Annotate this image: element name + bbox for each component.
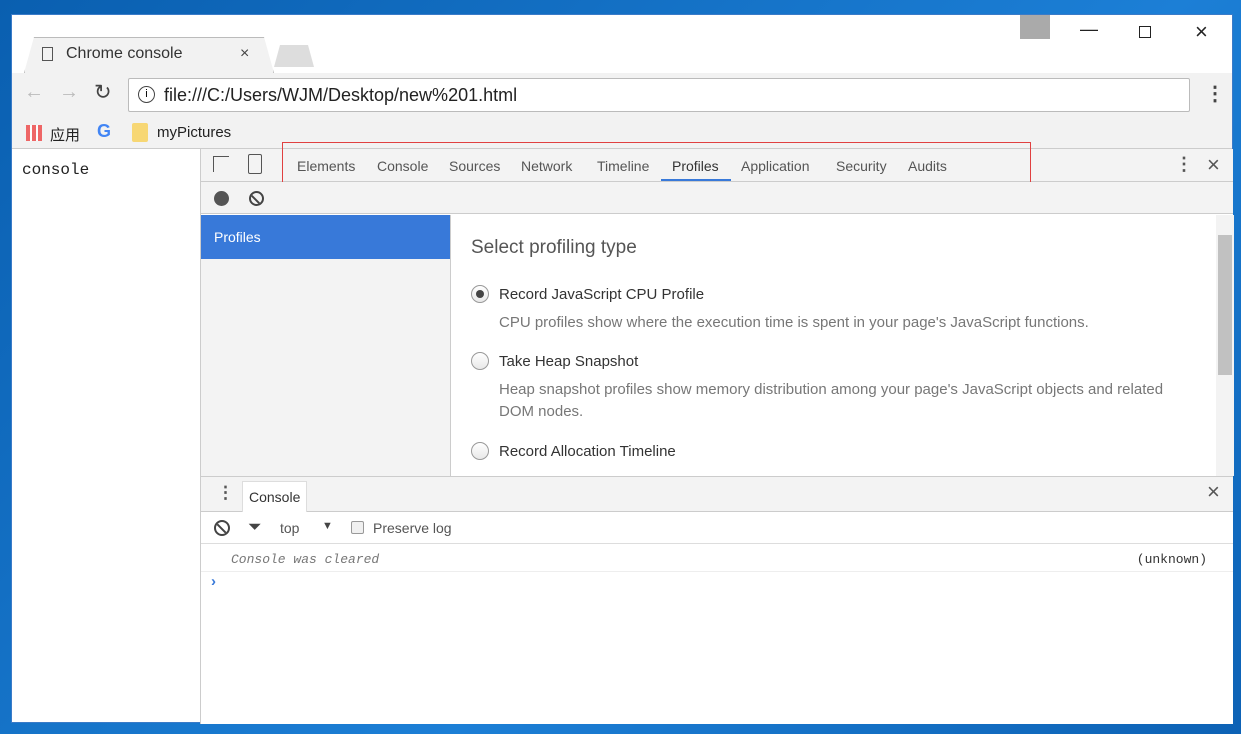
back-button[interactable]: ←	[24, 81, 44, 104]
sidebar-item-profiles[interactable]: Profiles	[201, 215, 450, 259]
option-cpu-desc: CPU profiles show where the execution ti…	[499, 314, 1089, 331]
preserve-log-label[interactable]: Preserve log	[373, 520, 452, 536]
radio-allocation-timeline[interactable]	[471, 442, 489, 460]
inspect-element-icon[interactable]	[213, 156, 229, 172]
bookmark-apps[interactable]: 应用	[50, 124, 80, 145]
browser-window: Chrome console × — × ← → ↻ ☆ ⋮ i file://…	[11, 14, 1234, 724]
tab-title: Chrome console	[66, 45, 183, 62]
reload-button[interactable]: ↻	[94, 80, 112, 105]
new-tab-button[interactable]	[274, 45, 314, 67]
profiling-type-heading: Select profiling type	[471, 237, 637, 258]
filter-icon[interactable]: ⏷	[248, 517, 262, 537]
tab-close-icon[interactable]: ×	[240, 45, 249, 63]
context-dropdown-icon[interactable]: ▼	[322, 520, 333, 532]
apps-icon	[26, 125, 42, 141]
url-text[interactable]: file:///C:/Users/WJM/Desktop/new%201.htm…	[164, 85, 517, 106]
clear-icon[interactable]	[249, 191, 264, 206]
scrollbar-thumb[interactable]	[1218, 235, 1232, 375]
google-icon[interactable]: G	[97, 121, 111, 142]
address-bar[interactable]: i file:///C:/Users/WJM/Desktop/new%201.h…	[128, 78, 1190, 112]
console-message-source[interactable]: (unknown)	[1137, 552, 1207, 567]
title-bar: Chrome console × — ×	[12, 15, 1232, 73]
option-cpu-label[interactable]: Record JavaScript CPU Profile	[499, 286, 704, 303]
page-icon	[42, 47, 53, 61]
context-selector[interactable]: top	[280, 520, 299, 536]
close-window-button[interactable]: ×	[1195, 19, 1208, 45]
console-prompt-icon[interactable]: ›	[211, 573, 216, 590]
drawer-close-icon[interactable]: ×	[1207, 479, 1220, 505]
drawer-menu-icon[interactable]: ⋮	[217, 483, 234, 503]
option-heap-label[interactable]: Take Heap Snapshot	[499, 353, 638, 370]
maximize-button[interactable]	[1139, 26, 1151, 38]
console-message: Console was cleared (unknown)	[201, 544, 1233, 572]
drawer-tab-console[interactable]: Console	[242, 481, 308, 512]
console-toolbar: ⏷ top ▼ Preserve log	[201, 512, 1233, 544]
info-icon[interactable]: i	[138, 86, 155, 103]
clear-console-icon[interactable]	[214, 520, 230, 536]
menu-button[interactable]: ⋮	[1205, 81, 1225, 106]
folder-icon	[132, 123, 148, 142]
scrollbar[interactable]	[1216, 215, 1234, 476]
devtools-menu-icon[interactable]: ⋮	[1175, 154, 1193, 175]
profile-icon[interactable]	[1020, 15, 1050, 39]
preserve-log-checkbox[interactable]	[351, 521, 364, 534]
option-heap-desc: Heap snapshot profiles show memory distr…	[499, 381, 1164, 420]
option-allocation-label[interactable]: Record Allocation Timeline	[499, 443, 676, 460]
devtools-close-icon[interactable]: ×	[1207, 152, 1220, 178]
devtools-panel: Elements Console Sources Network Timelin…	[200, 142, 1234, 724]
drawer-tabbar: ⋮ Console ×	[201, 477, 1233, 512]
console-message-text: Console was cleared	[231, 552, 380, 567]
record-icon[interactable]	[214, 191, 229, 206]
console-drawer: ⋮ Console × ⏷ top ▼ Preserve log Console…	[201, 476, 1233, 724]
radio-heap-snapshot[interactable]	[471, 352, 489, 370]
profiles-toolbar	[201, 182, 1233, 214]
forward-button[interactable]: →	[59, 81, 79, 104]
device-toolbar-icon[interactable]	[248, 154, 262, 174]
profiles-main: Select profiling type Record JavaScript …	[452, 215, 1216, 476]
page-content-text: console	[22, 161, 90, 179]
minimize-button[interactable]: —	[1080, 19, 1098, 40]
profiles-sidebar: Profiles	[201, 215, 451, 476]
bookmark-mypictures[interactable]: myPictures	[157, 124, 231, 141]
radio-cpu-profile[interactable]	[471, 285, 489, 303]
